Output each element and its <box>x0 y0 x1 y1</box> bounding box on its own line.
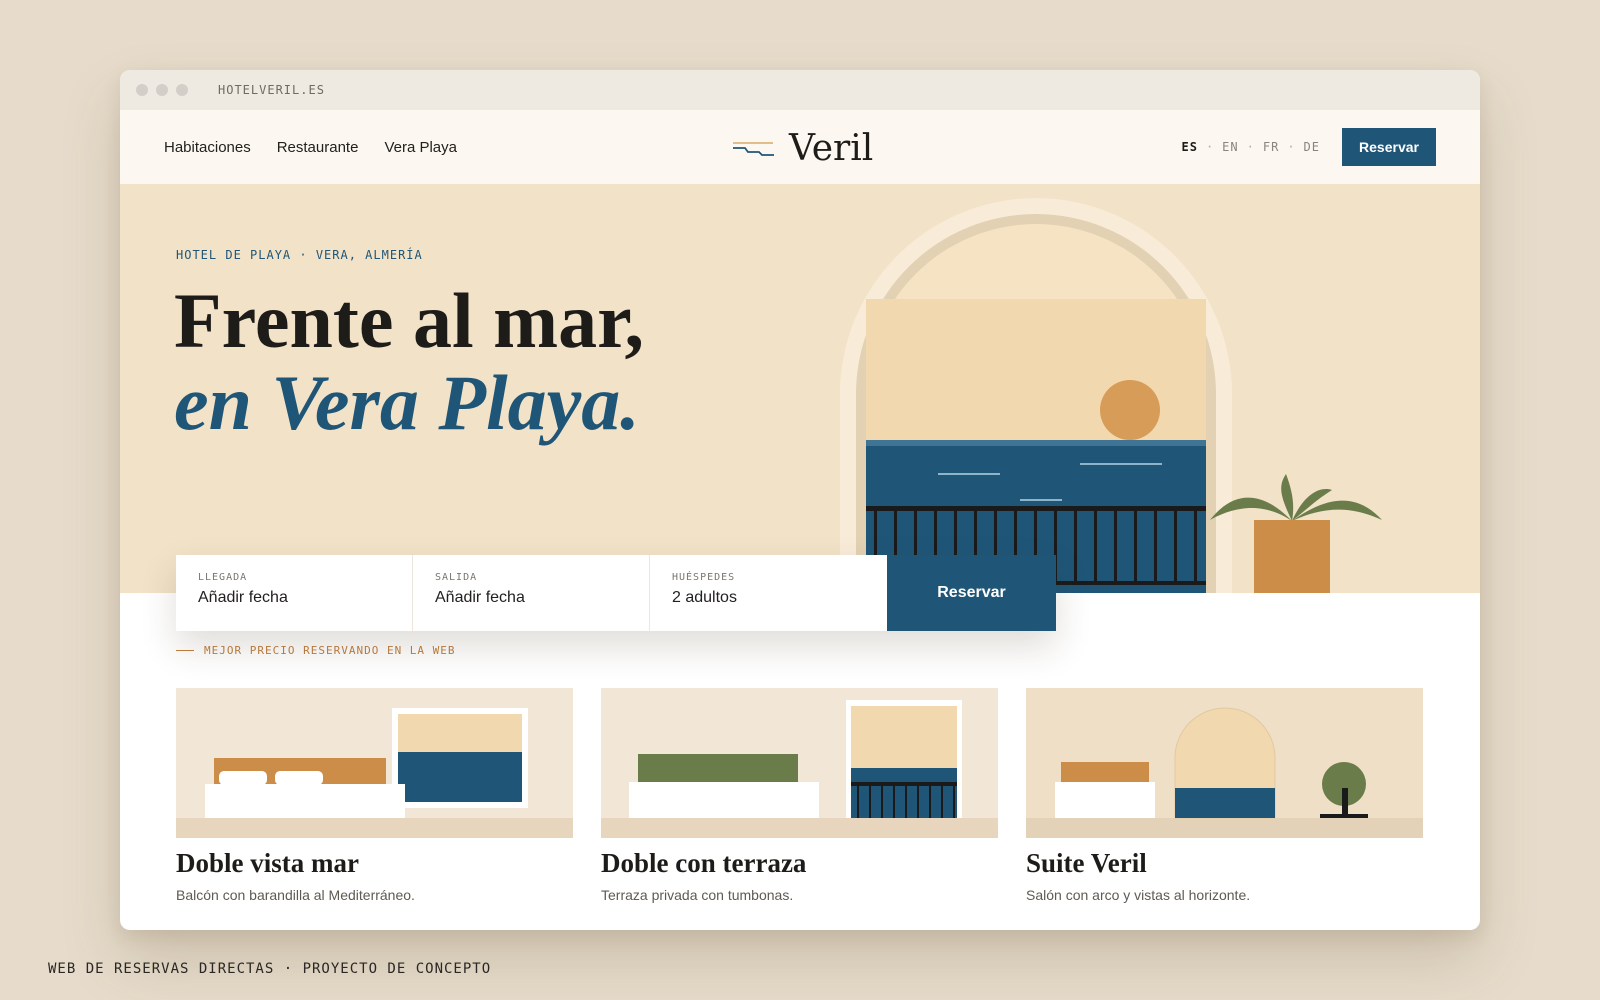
guests-field[interactable]: HUÉSPEDES 2 adultos <box>650 555 887 631</box>
browser-window: HOTELVERIL.ES Habitaciones Restaurante V… <box>120 70 1480 930</box>
lang-fr[interactable]: FR <box>1263 140 1279 154</box>
checkout-value: Añadir fecha <box>435 589 525 606</box>
checkout-field[interactable]: SALIDA Añadir fecha <box>413 555 650 631</box>
best-price-rule <box>176 650 194 651</box>
booking-submit-button[interactable]: Reservar <box>887 555 1056 631</box>
window-maximize-dot[interactable] <box>176 84 188 96</box>
best-price-note: MEJOR PRECIO RESERVANDO EN LA WEB <box>176 644 456 657</box>
room-description: Terraza privada con tumbonas. <box>601 887 794 903</box>
headline-line-1: Frente al mar, <box>174 277 645 364</box>
lang-separator: · <box>1205 140 1215 154</box>
sun-icon <box>1100 380 1160 440</box>
room-illustration <box>1026 688 1423 838</box>
sea-horizon <box>866 440 1206 446</box>
booking-form: LLEGADA Añadir fecha SALIDA Añadir fecha… <box>176 555 1056 631</box>
nav-link-restaurante[interactable]: Restaurante <box>277 139 359 156</box>
lang-separator: · <box>1246 140 1255 154</box>
checkin-label: LLEGADA <box>198 572 248 583</box>
room-name: Suite Veril <box>1026 848 1147 878</box>
lang-en[interactable]: EN <box>1222 140 1238 154</box>
window-close-dot[interactable] <box>136 84 148 96</box>
window-minimize-dot[interactable] <box>156 84 168 96</box>
headline-line-2: en Vera Playa. <box>174 359 640 446</box>
horizon-lines-icon <box>733 142 774 156</box>
hero-eyebrow: HOTEL DE PLAYA · VERA, ALMERÍA <box>176 248 423 262</box>
lang-de[interactable]: DE <box>1304 140 1320 154</box>
nav-link-vera-playa[interactable]: Vera Playa <box>384 139 457 156</box>
room-card-doble-con-terraza[interactable]: Doble con terraza Terraza privada con tu… <box>601 688 998 903</box>
hero-section: HOTEL DE PLAYA · VERA, ALMERÍA Frente al… <box>120 184 1480 593</box>
room-illustration <box>601 688 998 838</box>
checkout-label: SALIDA <box>435 572 478 583</box>
room-card-doble-vista-mar[interactable]: Doble vista mar Balcón con barandilla al… <box>176 688 573 903</box>
nav-link-habitaciones[interactable]: Habitaciones <box>164 139 251 156</box>
best-price-text: MEJOR PRECIO RESERVANDO EN LA WEB <box>204 644 456 657</box>
room-description: Balcón con barandilla al Mediterráneo. <box>176 887 415 903</box>
lang-es[interactable]: ES <box>1181 140 1197 154</box>
browser-chrome: HOTELVERIL.ES <box>120 70 1480 110</box>
room-name: Doble vista mar <box>176 848 359 878</box>
brand-logo[interactable]: Veril <box>733 124 873 172</box>
room-description: Salón con arco y vistas al horizonte. <box>1026 887 1251 903</box>
brand-name: Veril <box>789 127 874 169</box>
main-nav: Habitaciones Restaurante Vera Playa <box>164 110 483 184</box>
railing-top <box>866 506 1206 511</box>
header-reserve-button[interactable]: Reservar <box>1342 128 1436 166</box>
room-illustration <box>176 688 573 838</box>
checkin-field[interactable]: LLEGADA Añadir fecha <box>176 555 413 631</box>
address-bar[interactable]: HOTELVERIL.ES <box>218 83 325 97</box>
checkin-value: Añadir fecha <box>198 589 288 606</box>
guests-label: HUÉSPEDES <box>672 572 736 583</box>
room-card-suite-veril[interactable]: Suite Veril Salón con arco y vistas al h… <box>1026 688 1423 903</box>
lang-separator: · <box>1287 140 1296 154</box>
language-switcher: ES · EN · FR · DE <box>1181 110 1320 184</box>
plant-icon <box>1210 474 1382 593</box>
room-name: Doble con terraza <box>601 848 807 878</box>
page-caption: WEB DE RESERVAS DIRECTAS · PROYECTO DE C… <box>48 961 492 977</box>
hero-headline: Frente al mar, en Vera Playa. <box>174 280 644 444</box>
site-header: Habitaciones Restaurante Vera Playa Veri… <box>120 110 1480 184</box>
guests-value: 2 adultos <box>672 589 737 606</box>
